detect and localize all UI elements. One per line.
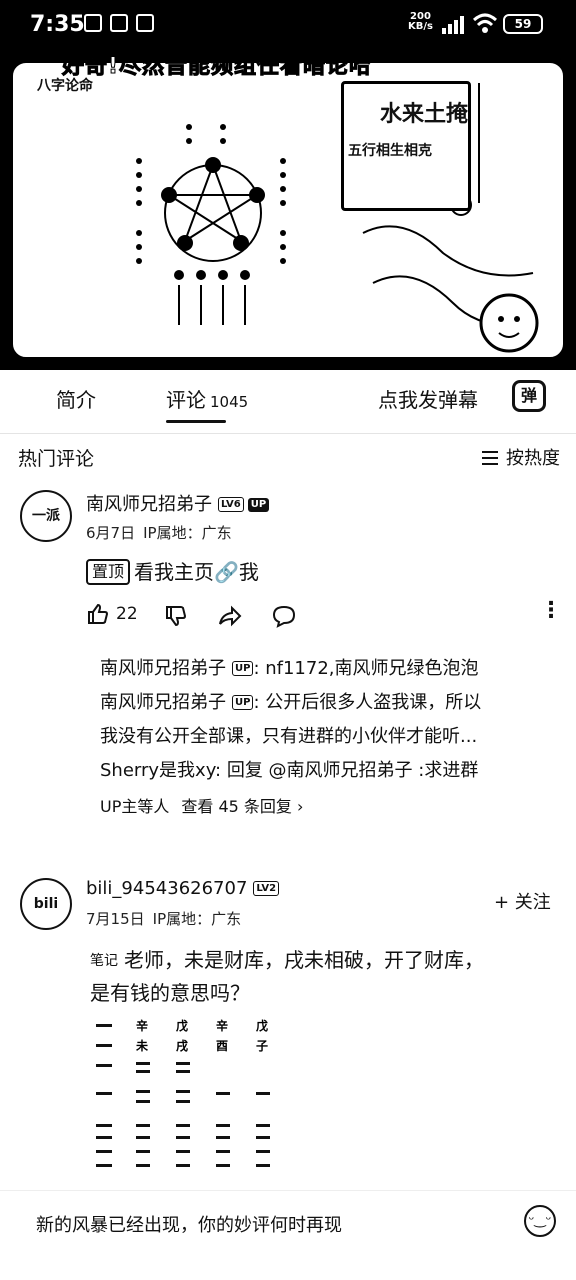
sort-label: 按热度 [506,448,560,469]
five-elements-diagram [136,83,539,353]
video-player[interactable]: 八字论命 水来土掩 五行相生相克 好奇!尽然音能频组任看暗论哈 [0,44,576,370]
battery-icon: 59 [503,14,543,34]
danmaku-input-button[interactable]: 点我发弹幕 [378,384,478,413]
comment-text: 老师，未是财库，戌未相破，开了财库， [124,948,484,972]
notification-icon [136,14,154,32]
reply-item[interactable]: 南风师兄招弟子 UP: nf1172,南风师兄绿色泡泡 [100,652,560,686]
hot-comments-title: 热门评论 [18,448,95,470]
reply-username: 南风师兄招弟子 [100,692,226,713]
level-badge: LV6 [218,497,244,512]
comment-username[interactable]: bili_94543626707 LV2 [86,878,280,899]
follow-button[interactable]: + 关注 [494,888,551,914]
tab-active-indicator [166,420,226,423]
video-frame: 八字论命 水来土掩 五行相生相克 [10,60,566,360]
tab-comments[interactable]: 评论 1045 [166,384,248,413]
note-tag: 笔记 [90,953,118,969]
tab-comments-count: 1045 [210,393,249,411]
share-icon[interactable] [218,604,242,628]
more-options-icon[interactable]: ⋮ [540,600,562,622]
comment-input[interactable]: 新的风暴已经出现，你的妙评何时再现 [36,1211,342,1237]
reply-text: : nf1172,南风师兄绿色泡泡 [253,658,479,679]
wifi-icon [472,13,498,33]
comment-input-bar: 新的风暴已经出现，你的妙评何时再现 ᵕ‿ᵕ [0,1190,576,1280]
view-replies-label: 查看 45 条回复 › [181,797,304,816]
bazi-table: 辛 戊 辛 戊 未 戌 酉 子 [96,1018,270,1167]
comment-body: 笔记 老师，未是财库，戌未相破，开了财库， 是有钱的意思吗？ [90,944,560,1009]
up-badge: UP [232,695,254,710]
like-icon[interactable] [86,602,110,626]
reply-icon[interactable] [272,604,296,628]
reply-text: : 公开后很多人盗我课，所以 [253,692,482,713]
tab-bar: 简介 评论 1045 点我发弹幕 弹 [0,370,576,434]
pinned-tag: 置顶 [86,559,131,585]
tab-comments-label: 评论 [166,388,206,412]
emoji-icon[interactable]: ᵕ‿ᵕ [524,1205,556,1237]
status-time: 7:35 [30,12,85,37]
reply-item[interactable]: Sherry是我xy: 回复 @南风师兄招弟子 :求进群 [100,754,560,788]
danmaku-toggle-icon[interactable]: 弹 [512,380,546,412]
bazi-branch: 子 [256,1039,268,1053]
comment-attached-image[interactable]: 辛 戊 辛 戊 未 戌 酉 子 [90,1018,290,1198]
dislike-icon[interactable] [164,604,188,628]
signal-icon [442,16,464,34]
sort-button[interactable]: 按热度 [482,444,560,470]
video-card: 水来土掩 五行相生相克 [341,81,471,211]
reply-text-continued: 我没有公开全部课，只有进群的小伙伴才能听... [100,726,478,747]
bazi-stem: 辛 [216,1018,228,1033]
comment-body: 置顶 看我主页🔗我 [86,556,259,588]
card-subtitle: 五行相生相克 [348,143,432,159]
bazi-stem: 辛 [136,1018,148,1033]
video-danmaku-caption: 好奇!尽然音能频组任看暗论哈 [61,54,373,80]
username-text: bili_94543626707 [86,878,248,899]
network-speed: 200 KB/s [408,11,433,32]
notification-icon [84,14,102,32]
comment-date: 7月15日 [86,910,145,928]
reply-username: 南风师兄招弟子 [100,658,226,679]
tab-intro[interactable]: 简介 [56,384,96,413]
reply-authors: UP主等人 [100,797,170,816]
like-count: 22 [116,604,138,624]
bazi-stem: 戊 [255,1018,268,1033]
sort-icon [482,451,498,465]
reply-preview[interactable]: 南风师兄招弟子 UP: nf1172,南风师兄绿色泡泡 南风师兄招弟子 UP: 公开… [100,652,560,824]
comment-username[interactable]: 南风师兄招弟子 LV6 UP [86,490,270,516]
avatar[interactable]: 一派 [20,490,72,542]
comment-text: 看我主页🔗我 [134,560,259,584]
view-replies-link[interactable]: UP主等人 查看 45 条回复 › [100,790,560,824]
bazi-branch: 酉 [216,1039,228,1053]
up-badge: UP [247,498,270,512]
comment-text-continued: 是有钱的意思吗？ [90,981,250,1005]
comment-meta: 7月15日 IP属地：广东 [86,908,241,929]
bazi-branch: 未 [135,1038,148,1053]
username-text: 南风师兄招弟子 [86,494,212,515]
card-title: 水来土掩 [380,102,469,127]
notification-icon [110,14,128,32]
bazi-stem: 戊 [175,1018,188,1033]
reply-item[interactable]: 南风师兄招弟子 UP: 公开后很多人盗我课，所以 [100,686,560,720]
level-badge: LV2 [253,881,280,896]
comment-date: 6月7日 [86,524,136,542]
bazi-branch: 戌 [176,1038,188,1053]
comment-ip: IP属地：广东 [152,910,242,928]
up-badge: UP [232,661,254,676]
comment-meta: 6月7日 IP属地：广东 [86,522,232,543]
status-bar: 7:35 200 KB/s 59 [0,0,576,44]
comment-ip: IP属地：广东 [143,524,232,542]
avatar[interactable]: bili [20,878,72,930]
